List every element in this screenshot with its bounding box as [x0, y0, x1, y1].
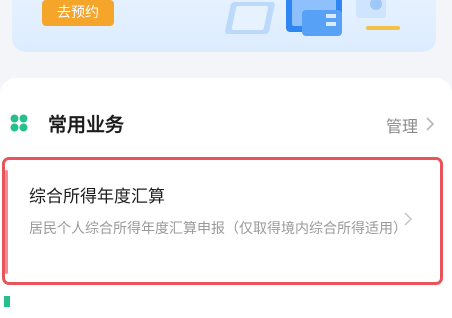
item-description: 居民个人综合所得年度汇算申报（仅取得境内综合所得适用）	[29, 221, 407, 237]
grid-icon	[10, 114, 28, 132]
item-title: 综合所得年度汇算	[29, 187, 165, 207]
common-business-header: 常用业务 管理	[10, 106, 440, 140]
item-accent-bar	[5, 170, 8, 274]
chevron-right-icon[interactable]	[426, 117, 434, 131]
business-item-annual-settlement[interactable]: 综合所得年度汇算 居民个人综合所得年度汇算申报（仅取得境内综合所得适用）	[2, 157, 443, 285]
next-item-accent	[4, 296, 10, 307]
reservation-banner[interactable]: 去预约	[12, 0, 436, 52]
tax-illustration	[225, 0, 400, 36]
section-title: 常用业务	[48, 114, 125, 136]
chevron-right-icon	[404, 212, 412, 226]
manage-link[interactable]: 管理	[386, 113, 418, 137]
reserve-button[interactable]: 去预约	[42, 0, 114, 26]
